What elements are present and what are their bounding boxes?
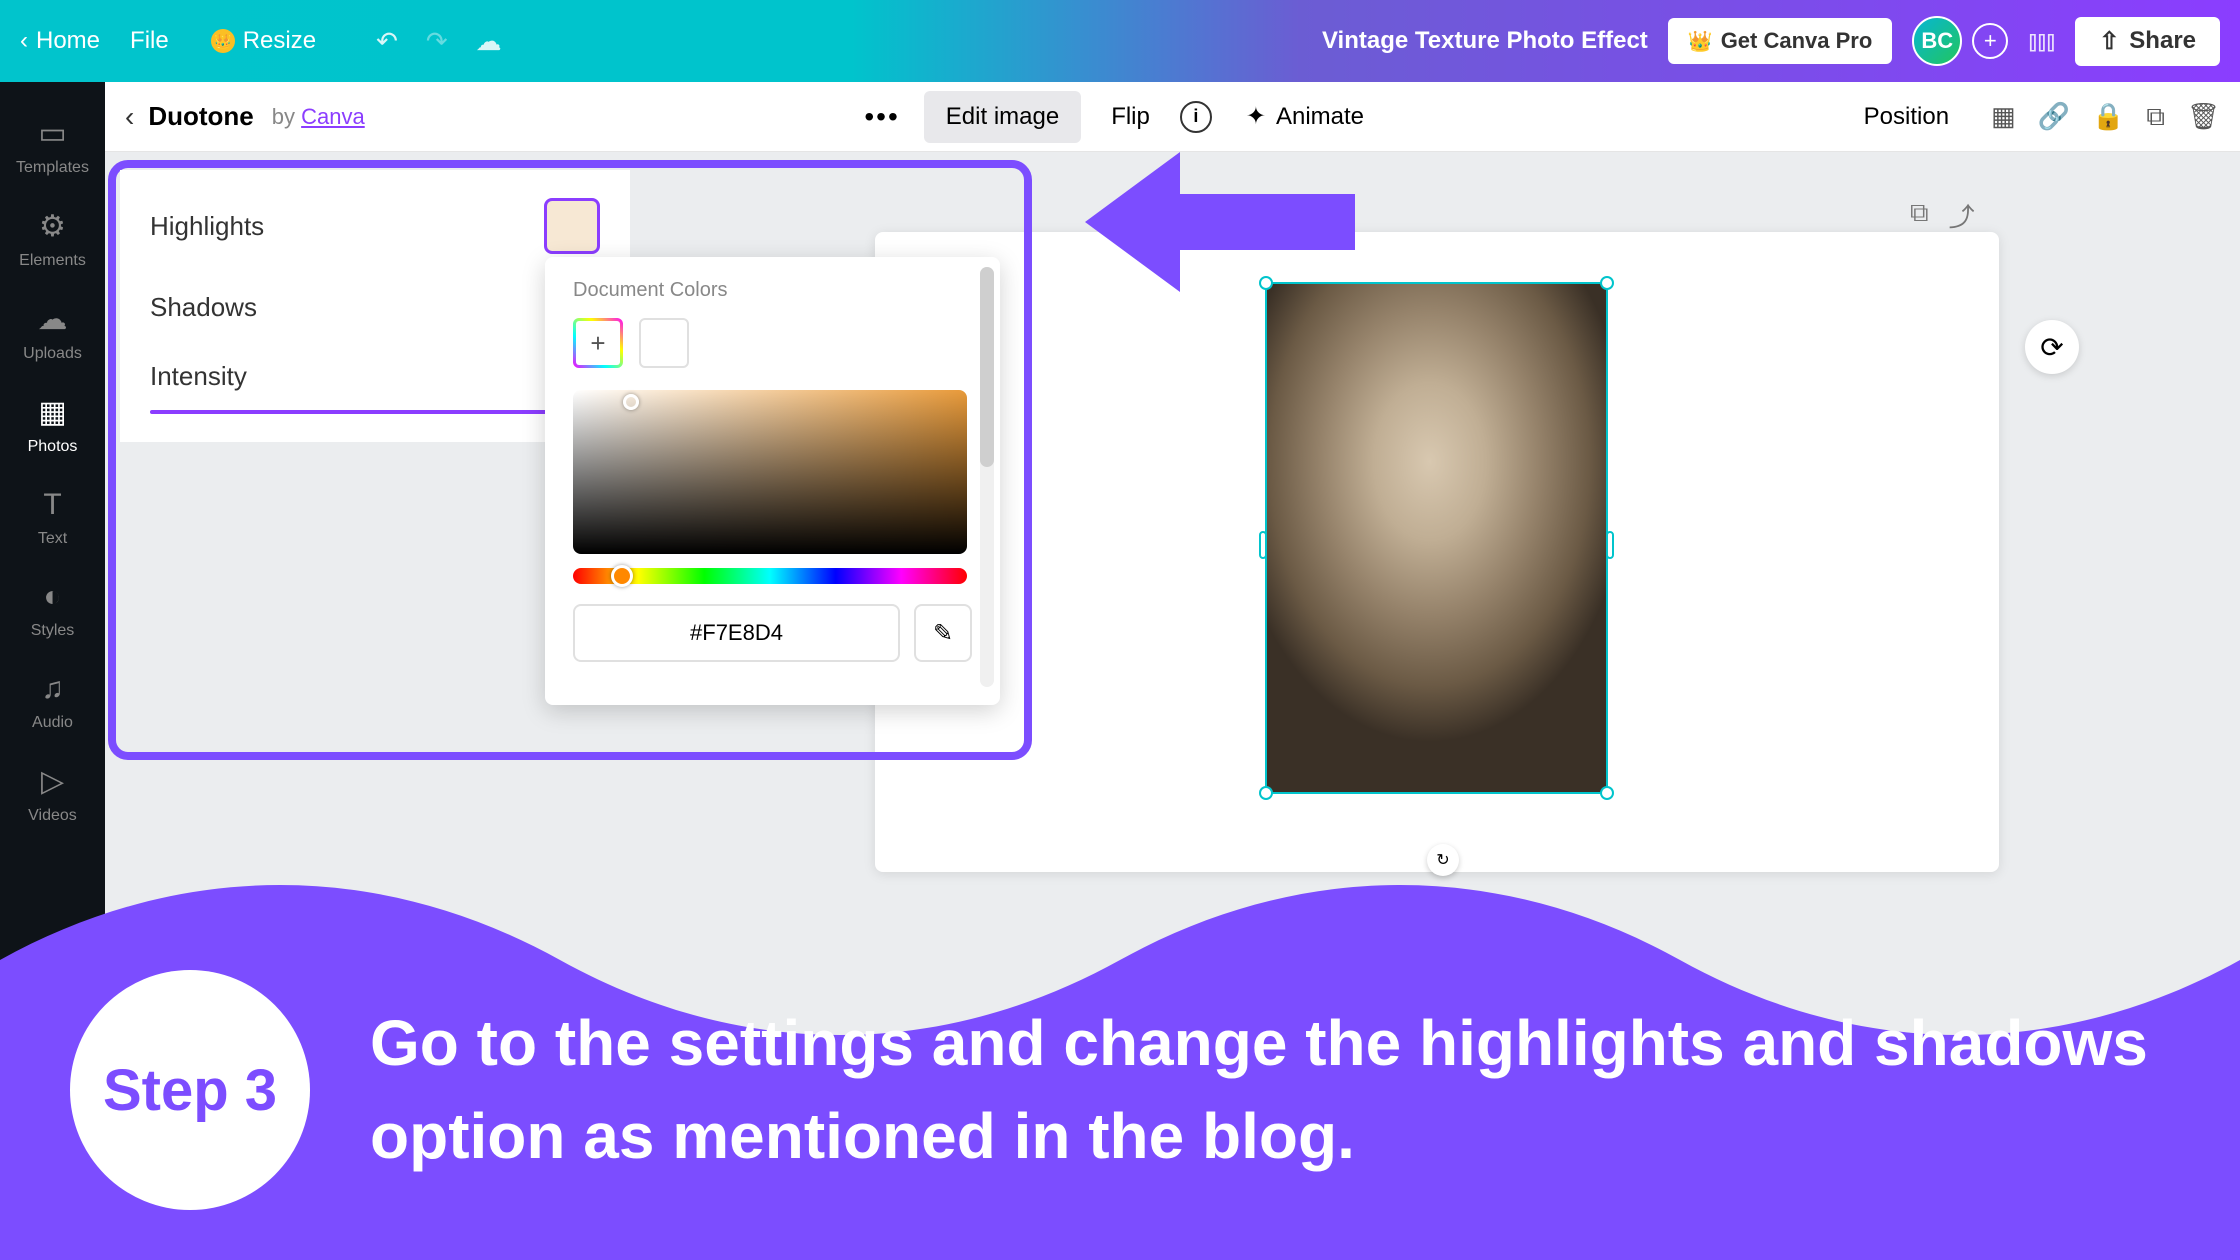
- resize-handle-br[interactable]: [1600, 786, 1614, 800]
- shadows-row: Shadows: [150, 292, 600, 323]
- uploads-icon: ☁: [38, 302, 68, 337]
- rail-photos[interactable]: ▦ Photos: [0, 379, 105, 472]
- crown-icon: 👑: [211, 29, 235, 53]
- color-picker-popover: Document Colors + ✎: [545, 257, 1000, 705]
- edit-image-button[interactable]: Edit image: [924, 91, 1081, 143]
- tutorial-overlay: Step 3 Go to the settings and change the…: [0, 840, 2240, 1260]
- topbar-left-group: ‹ Home File 👑 Resize ↶ ↷ ☁: [20, 19, 502, 63]
- tutorial-content: Step 3 Go to the settings and change the…: [70, 970, 2150, 1210]
- shadows-label: Shadows: [150, 292, 257, 323]
- by-text: by Canva: [272, 104, 365, 130]
- selected-photo[interactable]: [1265, 282, 1608, 794]
- color-swatches-row: +: [573, 318, 972, 368]
- rail-audio[interactable]: ♫ Audio: [0, 656, 105, 748]
- add-color-button[interactable]: +: [573, 318, 623, 368]
- undo-icon[interactable]: ↶: [376, 26, 398, 57]
- link-icon[interactable]: 🔗: [2038, 101, 2070, 133]
- user-avatar[interactable]: BC: [1912, 16, 1962, 66]
- share-label: Share: [2129, 27, 2196, 55]
- home-button[interactable]: ‹ Home: [20, 27, 100, 55]
- file-menu[interactable]: File: [118, 19, 181, 63]
- hex-input[interactable]: [573, 604, 900, 662]
- duplicate-icon[interactable]: ⧉: [2146, 101, 2165, 133]
- redo-icon[interactable]: ↷: [426, 26, 448, 57]
- position-button[interactable]: Position: [1864, 103, 1949, 131]
- canvas-page[interactable]: [875, 232, 1999, 872]
- tutorial-arrow-icon: [1085, 152, 1355, 297]
- rail-styles[interactable]: ◐ Styles: [0, 564, 105, 656]
- animate-icon: ✦: [1246, 102, 1266, 131]
- animate-button[interactable]: ✦ Animate: [1246, 102, 1364, 131]
- toolbar-right-icons: ▦ 🔗 🔒 ⧉ 🗑: [1991, 101, 2220, 133]
- insights-icon[interactable]: ⫾⫾⫾: [2028, 25, 2055, 58]
- highlights-row: Highlights: [150, 198, 600, 254]
- rail-uploads[interactable]: ☁ Uploads: [0, 286, 105, 379]
- step-badge: Step 3: [70, 970, 310, 1210]
- resize-button[interactable]: 👑 Resize: [199, 19, 328, 63]
- chevron-left-icon: ‹: [20, 27, 28, 55]
- eyedropper-button[interactable]: ✎: [914, 604, 972, 662]
- intensity-row: Intensity: [150, 361, 600, 414]
- document-title[interactable]: Vintage Texture Photo Effect: [1322, 27, 1648, 55]
- resize-handle-l[interactable]: [1259, 531, 1267, 559]
- undo-redo-group: ↶ ↷ ☁: [376, 26, 502, 57]
- regenerate-button[interactable]: ⟳: [2025, 320, 2079, 374]
- flip-button[interactable]: Flip: [1095, 91, 1166, 143]
- add-user-button[interactable]: +: [1972, 23, 2008, 59]
- document-colors-label: Document Colors: [573, 279, 972, 302]
- rail-elements[interactable]: ⚙ Elements: [0, 193, 105, 286]
- back-button[interactable]: ‹: [125, 101, 134, 133]
- context-toolbar: ‹ Duotone by Canva ••• Edit image Flip i…: [105, 82, 2240, 152]
- transparency-icon[interactable]: ▦: [1991, 101, 2016, 133]
- step-instruction: Go to the settings and change the highli…: [370, 997, 2150, 1183]
- hue-handle[interactable]: [611, 565, 633, 587]
- styles-icon: ◐: [43, 580, 61, 614]
- photos-icon: ▦: [38, 395, 66, 430]
- duplicate-page-icon[interactable]: ⧉: [1910, 197, 1929, 234]
- hue-slider[interactable]: [573, 568, 967, 584]
- pro-label: Get Canva Pro: [1721, 28, 1873, 54]
- info-icon[interactable]: i: [1180, 101, 1212, 133]
- rail-videos[interactable]: ▷ Videos: [0, 748, 105, 841]
- share-button[interactable]: ⇧ Share: [2075, 17, 2220, 66]
- scrollbar[interactable]: [980, 267, 994, 687]
- animate-label: Animate: [1276, 103, 1364, 131]
- rail-templates[interactable]: ▭ Templates: [0, 100, 105, 193]
- elements-icon: ⚙: [39, 209, 66, 244]
- intensity-label: Intensity: [150, 361, 247, 391]
- more-options-button[interactable]: •••: [864, 101, 899, 133]
- resize-handle-r[interactable]: [1606, 531, 1614, 559]
- saturation-picker[interactable]: [573, 390, 967, 554]
- picker-handle[interactable]: [623, 394, 639, 410]
- templates-icon: ▭: [38, 116, 66, 151]
- resize-handle-tr[interactable]: [1600, 276, 1614, 290]
- highlights-label: Highlights: [150, 211, 264, 242]
- videos-icon: ▷: [41, 764, 64, 799]
- photo-content: [1267, 284, 1606, 792]
- resize-handle-bl[interactable]: [1259, 786, 1273, 800]
- share-icon: ⇧: [2099, 27, 2119, 56]
- scroll-thumb[interactable]: [980, 267, 994, 467]
- get-pro-button[interactable]: 👑 Get Canva Pro: [1668, 18, 1893, 64]
- home-label: Home: [36, 27, 100, 55]
- resize-label: Resize: [243, 27, 316, 55]
- hex-input-row: ✎: [573, 604, 972, 662]
- rail-text[interactable]: T Text: [0, 472, 105, 564]
- export-page-icon[interactable]: ⤴: [1949, 197, 1975, 234]
- top-menu-bar: ‹ Home File 👑 Resize ↶ ↷ ☁ Vintage Textu…: [0, 0, 2240, 82]
- crown-icon: 👑: [1688, 29, 1713, 54]
- trash-icon[interactable]: 🗑: [2187, 101, 2220, 133]
- topbar-right-group: Vintage Texture Photo Effect 👑 Get Canva…: [1322, 16, 2220, 66]
- lock-icon[interactable]: 🔒: [2092, 101, 2124, 133]
- cloud-sync-icon[interactable]: ☁: [476, 26, 502, 57]
- intensity-slider[interactable]: [150, 410, 600, 414]
- text-icon: T: [43, 488, 61, 522]
- effect-title: Duotone: [148, 101, 253, 132]
- by-link[interactable]: Canva: [301, 104, 365, 129]
- highlights-color-swatch[interactable]: [544, 198, 600, 254]
- white-color-swatch[interactable]: [639, 318, 689, 368]
- audio-icon: ♫: [41, 672, 64, 706]
- canvas-actions: ⧉ ⤴: [1910, 197, 1975, 234]
